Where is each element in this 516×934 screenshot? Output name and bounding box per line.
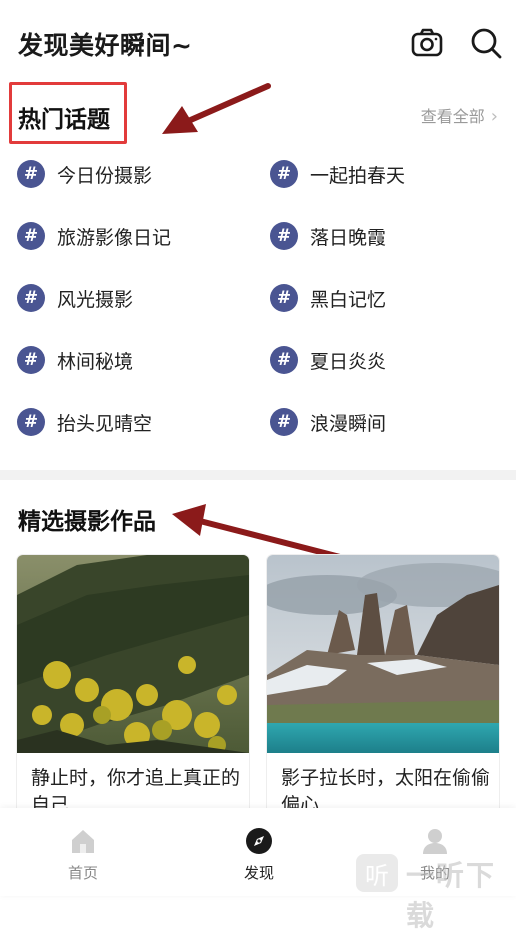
- photo-card[interactable]: 静止时，你才追上真正的自己: [17, 555, 249, 825]
- watermark-text: 一听下载: [406, 859, 497, 932]
- topic-label: 林间秘境: [57, 350, 134, 373]
- topic-item[interactable]: # 落日晚霞: [270, 218, 386, 254]
- hash-icon: #: [17, 346, 45, 374]
- topic-item[interactable]: # 林间秘境: [17, 342, 133, 378]
- topic-item[interactable]: # 黑白记忆: [270, 280, 386, 316]
- topics-header: 热门话题 查看全部 ›: [18, 98, 498, 138]
- topic-item[interactable]: # 夏日炎炎: [270, 342, 386, 378]
- hash-icon: #: [270, 160, 298, 188]
- view-all-link[interactable]: 查看全部 ›: [421, 103, 498, 127]
- annotation-arrow: [172, 504, 347, 561]
- mountain-lake-photo: [267, 555, 499, 753]
- hash-icon: #: [270, 346, 298, 374]
- topic-label: 风光摄影: [57, 288, 134, 311]
- watermark: 听 一听下载: [356, 852, 516, 932]
- tab-discover[interactable]: 发现: [209, 826, 309, 883]
- tab-home[interactable]: 首页: [33, 826, 133, 883]
- topic-item[interactable]: # 今日份摄影: [17, 156, 152, 192]
- topic-label: 落日晚霞: [310, 226, 387, 249]
- topic-item[interactable]: # 抬头见晴空: [17, 404, 152, 440]
- home-icon: [72, 830, 94, 853]
- hash-icon: #: [270, 222, 298, 250]
- topic-item[interactable]: # 旅游影像日记: [17, 218, 171, 254]
- hash-icon: #: [270, 284, 298, 312]
- topic-item[interactable]: # 风光摄影: [17, 280, 133, 316]
- topic-label: 一起拍春天: [310, 164, 406, 187]
- tab-discover-label: 发现: [243, 864, 274, 882]
- topic-label: 抬头见晴空: [57, 412, 153, 435]
- topic-item[interactable]: # 浪漫瞬间: [270, 404, 386, 440]
- search-icon[interactable]: [469, 26, 503, 60]
- watermark-logo: 听: [356, 854, 398, 892]
- forest-photo: [17, 555, 249, 753]
- hash-icon: #: [270, 408, 298, 436]
- tab-home-label: 首页: [67, 864, 98, 882]
- works-title: 精选摄影作品: [18, 509, 156, 535]
- topic-label: 浪漫瞬间: [310, 412, 387, 435]
- hash-icon: #: [17, 408, 45, 436]
- app-header: 发现美好瞬间~: [0, 0, 516, 90]
- view-all-label: 查看全部: [420, 107, 485, 126]
- topics-title: 热门话题: [18, 107, 110, 133]
- topic-label: 旅游影像日记: [57, 226, 172, 249]
- hash-icon: #: [17, 284, 45, 312]
- section-divider: [0, 470, 516, 480]
- topic-label: 黑白记忆: [310, 288, 387, 311]
- chevron-right-icon: ›: [490, 106, 498, 127]
- topic-label: 今日份摄影: [57, 164, 153, 187]
- topic-label: 夏日炎炎: [310, 350, 387, 373]
- page-title: 发现美好瞬间~: [18, 31, 193, 60]
- compass-icon: [246, 828, 272, 854]
- photo-card[interactable]: 影子拉长时，太阳在偷偷偏心: [267, 555, 499, 825]
- topic-item[interactable]: # 一起拍春天: [270, 156, 405, 192]
- hash-icon: #: [17, 160, 45, 188]
- camera-icon[interactable]: [410, 26, 444, 60]
- hash-icon: #: [17, 222, 45, 250]
